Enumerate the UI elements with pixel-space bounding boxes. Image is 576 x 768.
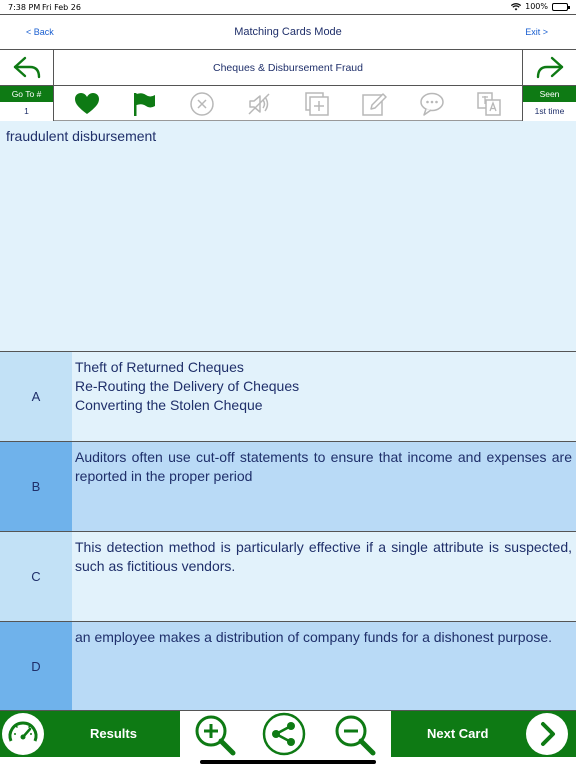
comment-icon xyxy=(420,92,444,116)
next-card-label: Next Card xyxy=(427,726,489,741)
status-time: 7:38 PM xyxy=(8,3,41,12)
flag-icon xyxy=(134,92,156,116)
goto-label: Go To # xyxy=(0,86,53,102)
mute-button[interactable] xyxy=(245,90,273,118)
edit-icon xyxy=(362,92,387,116)
seen-value: 1st time xyxy=(523,102,576,121)
toolbar-icons xyxy=(54,86,522,121)
option-letter: D xyxy=(0,622,72,710)
previous-card-button[interactable] xyxy=(0,50,54,86)
option-text: Auditors often use cut-off statements to… xyxy=(75,449,572,484)
cancel-icon xyxy=(190,91,214,116)
option-c[interactable]: C This detection method is particularly … xyxy=(0,532,576,622)
next-card-arrow-button[interactable] xyxy=(522,50,576,86)
translate-button[interactable] xyxy=(475,90,503,118)
zoom-out-icon xyxy=(335,715,376,756)
option-line: Theft of Returned Cheques xyxy=(75,359,244,375)
question-text: fraudulent disbursement xyxy=(6,128,157,144)
goto-value[interactable]: 1 xyxy=(0,102,53,121)
question-card: fraudulent disbursement xyxy=(0,121,576,352)
bottom-bar: Results Next Card xyxy=(0,711,576,757)
add-card-icon xyxy=(305,91,329,116)
zoom-in-icon xyxy=(195,715,236,756)
edit-button[interactable] xyxy=(360,90,388,118)
goto-box[interactable]: Go To # 1 xyxy=(0,86,54,121)
page-title: Matching Cards Mode xyxy=(234,26,342,38)
status-date: Fri Feb 26 xyxy=(42,3,81,12)
subject-bar: Cheques & Disbursement Fraud xyxy=(0,50,576,86)
results-label: Results xyxy=(90,726,137,741)
add-card-button[interactable] xyxy=(303,90,331,118)
action-toolbar: Go To # 1 Seen 1st time xyxy=(0,86,576,121)
seen-label: Seen xyxy=(523,86,576,102)
option-line: Converting the Stolen Cheque xyxy=(75,397,263,413)
cancel-button[interactable] xyxy=(188,90,216,118)
status-bar: 7:38 PM Fri Feb 26 100% xyxy=(0,0,576,14)
gauge-icon xyxy=(2,713,44,755)
wifi-icon xyxy=(511,2,522,10)
option-letter: A xyxy=(0,352,72,441)
results-button[interactable]: Results xyxy=(0,711,180,757)
option-letter: C xyxy=(0,532,72,621)
favorite-button[interactable] xyxy=(73,90,101,118)
mute-icon xyxy=(248,92,270,115)
option-line: Re-Routing the Delivery of Cheques xyxy=(75,378,300,394)
battery-icon xyxy=(552,2,570,11)
share-icon xyxy=(262,712,306,756)
option-text: This detection method is particularly ef… xyxy=(75,539,572,574)
flag-button[interactable] xyxy=(130,90,158,118)
nav-bar: < Back Matching Cards Mode Exit > xyxy=(0,14,576,50)
battery-percent: 100% xyxy=(525,2,548,11)
next-card-button[interactable]: Next Card xyxy=(391,711,576,757)
next-arrow-icon xyxy=(526,713,568,755)
option-text: Theft of Returned Cheques Re-Routing the… xyxy=(75,358,572,415)
heart-icon xyxy=(74,92,99,114)
status-right: 100% xyxy=(511,2,570,11)
comment-button[interactable] xyxy=(418,90,446,118)
back-arrow-icon xyxy=(13,56,40,79)
forward-arrow-icon xyxy=(536,56,563,79)
option-d[interactable]: D an employee makes a distribution of co… xyxy=(0,622,576,711)
zoom-in-button[interactable] xyxy=(192,712,236,756)
exit-button[interactable]: Exit > xyxy=(525,27,548,37)
translate-icon xyxy=(477,91,501,116)
option-a[interactable]: A Theft of Returned Cheques Re-Routing t… xyxy=(0,352,576,442)
share-button[interactable] xyxy=(262,712,306,756)
option-text: an employee makes a distribution of comp… xyxy=(75,629,553,645)
option-b[interactable]: B Auditors often use cut-off statements … xyxy=(0,442,576,532)
home-indicator xyxy=(200,760,376,764)
zoom-out-button[interactable] xyxy=(332,712,376,756)
option-letter: B xyxy=(0,442,72,531)
subject-title: Cheques & Disbursement Fraud xyxy=(213,62,363,74)
seen-box: Seen 1st time xyxy=(522,86,576,121)
